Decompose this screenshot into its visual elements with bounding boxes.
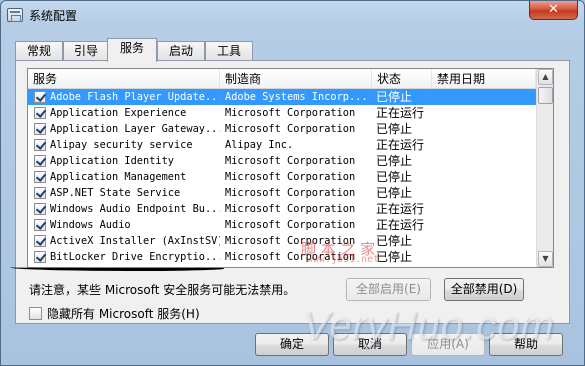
table-row[interactable]: Application Identity Microsoft Corporatio… [28, 153, 536, 169]
table-row[interactable]: Adobe Flash Player Update... Adobe System… [28, 89, 536, 105]
column-header-disabled-date[interactable]: 禁用日期 [432, 69, 536, 89]
service-status: 正在运行 [376, 138, 425, 152]
disable-all-button[interactable]: 全部禁用(D) [444, 278, 524, 301]
column-header-manufacturer[interactable]: 制造商 [220, 69, 372, 89]
service-checkbox[interactable] [34, 251, 46, 263]
service-status: 已停止 [376, 170, 413, 184]
tab-boot[interactable]: 引导 [63, 41, 109, 61]
service-manufacturer: Microsoft Corporation [225, 107, 356, 119]
table-row[interactable]: Alipay security service Alipay Inc. 正在运行 [28, 137, 536, 153]
services-panel: 服务 制造商 状态 禁用日期 Adobe Flash Player Update… [15, 60, 570, 324]
service-checkbox[interactable] [34, 123, 46, 135]
column-header-status[interactable]: 状态 [372, 69, 432, 89]
service-status: 已停止 [376, 90, 413, 104]
service-manufacturer: Microsoft Corporation [225, 187, 356, 199]
close-button[interactable]: ✕ [529, 1, 578, 20]
service-manufacturer: Microsoft Corporation [225, 219, 356, 231]
table-row[interactable]: ActiveX Installer (AxInstSV) Microsoft Co… [28, 233, 536, 249]
hide-ms-services-checkbox[interactable] [29, 307, 42, 320]
watermark-jb51: 脚 本 之 家 www.jb51.net [301, 238, 431, 268]
service-name: Windows Audio Endpoint Bu... [50, 203, 220, 215]
table-row[interactable]: Windows Audio Microsoft Corporation 正在运行 [28, 217, 536, 233]
service-manufacturer: Microsoft Corporation [225, 203, 356, 215]
window-title: 系统配置 [29, 9, 78, 23]
service-checkbox[interactable] [34, 235, 46, 247]
service-name: ActiveX Installer (AxInstSV) [50, 235, 220, 247]
service-status: 已停止 [376, 122, 413, 136]
tab-services[interactable]: 服务 [107, 38, 157, 62]
service-manufacturer: Microsoft Corporation [225, 123, 356, 135]
service-status: 正在运行 [376, 106, 425, 120]
table-row[interactable]: Application Management Microsoft Corporat… [28, 169, 536, 185]
service-checkbox[interactable] [34, 155, 46, 167]
service-checkbox[interactable] [34, 171, 46, 183]
service-name: Application Layer Gateway... [50, 123, 220, 135]
service-checkbox[interactable] [34, 187, 46, 199]
service-checkbox[interactable] [34, 139, 46, 151]
service-status: 已停止 [376, 154, 413, 168]
security-note: 请注意，某些 Microsoft 安全服务可能无法禁用。 [29, 283, 296, 297]
tab-startup[interactable]: 启动 [157, 41, 205, 61]
watermark-url: www.jb51.net [307, 254, 380, 265]
service-rows: Adobe Flash Player Update... Adobe System… [28, 89, 536, 265]
service-manufacturer: Alipay Inc. [225, 139, 294, 151]
service-status: 正在运行 [376, 218, 425, 232]
service-checkbox[interactable] [34, 219, 46, 231]
hide-ms-services-label[interactable]: 隐藏所有 Microsoft 服务(H) [47, 305, 200, 322]
service-checkbox[interactable] [34, 203, 46, 215]
msconfig-app-icon [7, 8, 23, 22]
services-list[interactable]: 服务 制造商 状态 禁用日期 Adobe Flash Player Update… [27, 68, 554, 268]
service-name: Application Experience [50, 107, 187, 119]
service-name: Windows Audio [50, 219, 131, 231]
service-name: Adobe Flash Player Update... [50, 91, 220, 103]
column-header-service[interactable]: 服务 [28, 69, 220, 89]
service-checkbox[interactable] [34, 107, 46, 119]
list-header: 服务 制造商 状态 禁用日期 [28, 69, 536, 89]
service-manufacturer: Microsoft Corporation [225, 155, 356, 167]
title-bar[interactable]: 系统配置 ✕ [1, 1, 584, 29]
service-name: Alipay security service [50, 139, 193, 151]
service-name: Application Management [50, 171, 187, 183]
service-status: 已停止 [376, 186, 413, 200]
service-checkbox[interactable] [34, 91, 46, 103]
scroll-thumb[interactable] [538, 87, 553, 104]
enable-all-button[interactable]: 全部启用(E) [346, 278, 431, 301]
table-row[interactable]: ASP.NET State Service Microsoft Corporati… [28, 185, 536, 201]
table-row[interactable]: Windows Audio Endpoint Bu... Microsoft Co… [28, 201, 536, 217]
tab-tools[interactable]: 工具 [205, 41, 253, 61]
watermark-veryhuo: VeryHuo.com [303, 304, 555, 348]
service-name: ASP.NET State Service [50, 187, 181, 199]
scroll-down-icon[interactable]: ▼ [538, 251, 553, 267]
table-row[interactable]: Application Experience Microsoft Corporat… [28, 105, 536, 121]
table-row[interactable]: BitLocker Drive Encryptio... Microsoft Co… [28, 249, 536, 265]
scroll-up-icon[interactable]: ▲ [538, 69, 553, 85]
service-manufacturer: Microsoft Corporation [225, 171, 356, 183]
service-name: BitLocker Drive Encryptio... [50, 251, 220, 263]
system-config-window: 系统配置 ✕ 常规 引导 服务 启动 工具 服务 制造商 状态 禁用日期 Ado… [0, 0, 585, 366]
vertical-scrollbar[interactable]: ▲ ▼ [536, 69, 553, 267]
service-manufacturer: Adobe Systems Incorp... [225, 91, 368, 103]
service-status: 正在运行 [376, 202, 425, 216]
tab-general[interactable]: 常规 [15, 41, 63, 61]
table-row[interactable]: Application Layer Gateway... Microsoft Co… [28, 121, 536, 137]
service-name: Application Identity [50, 155, 174, 167]
